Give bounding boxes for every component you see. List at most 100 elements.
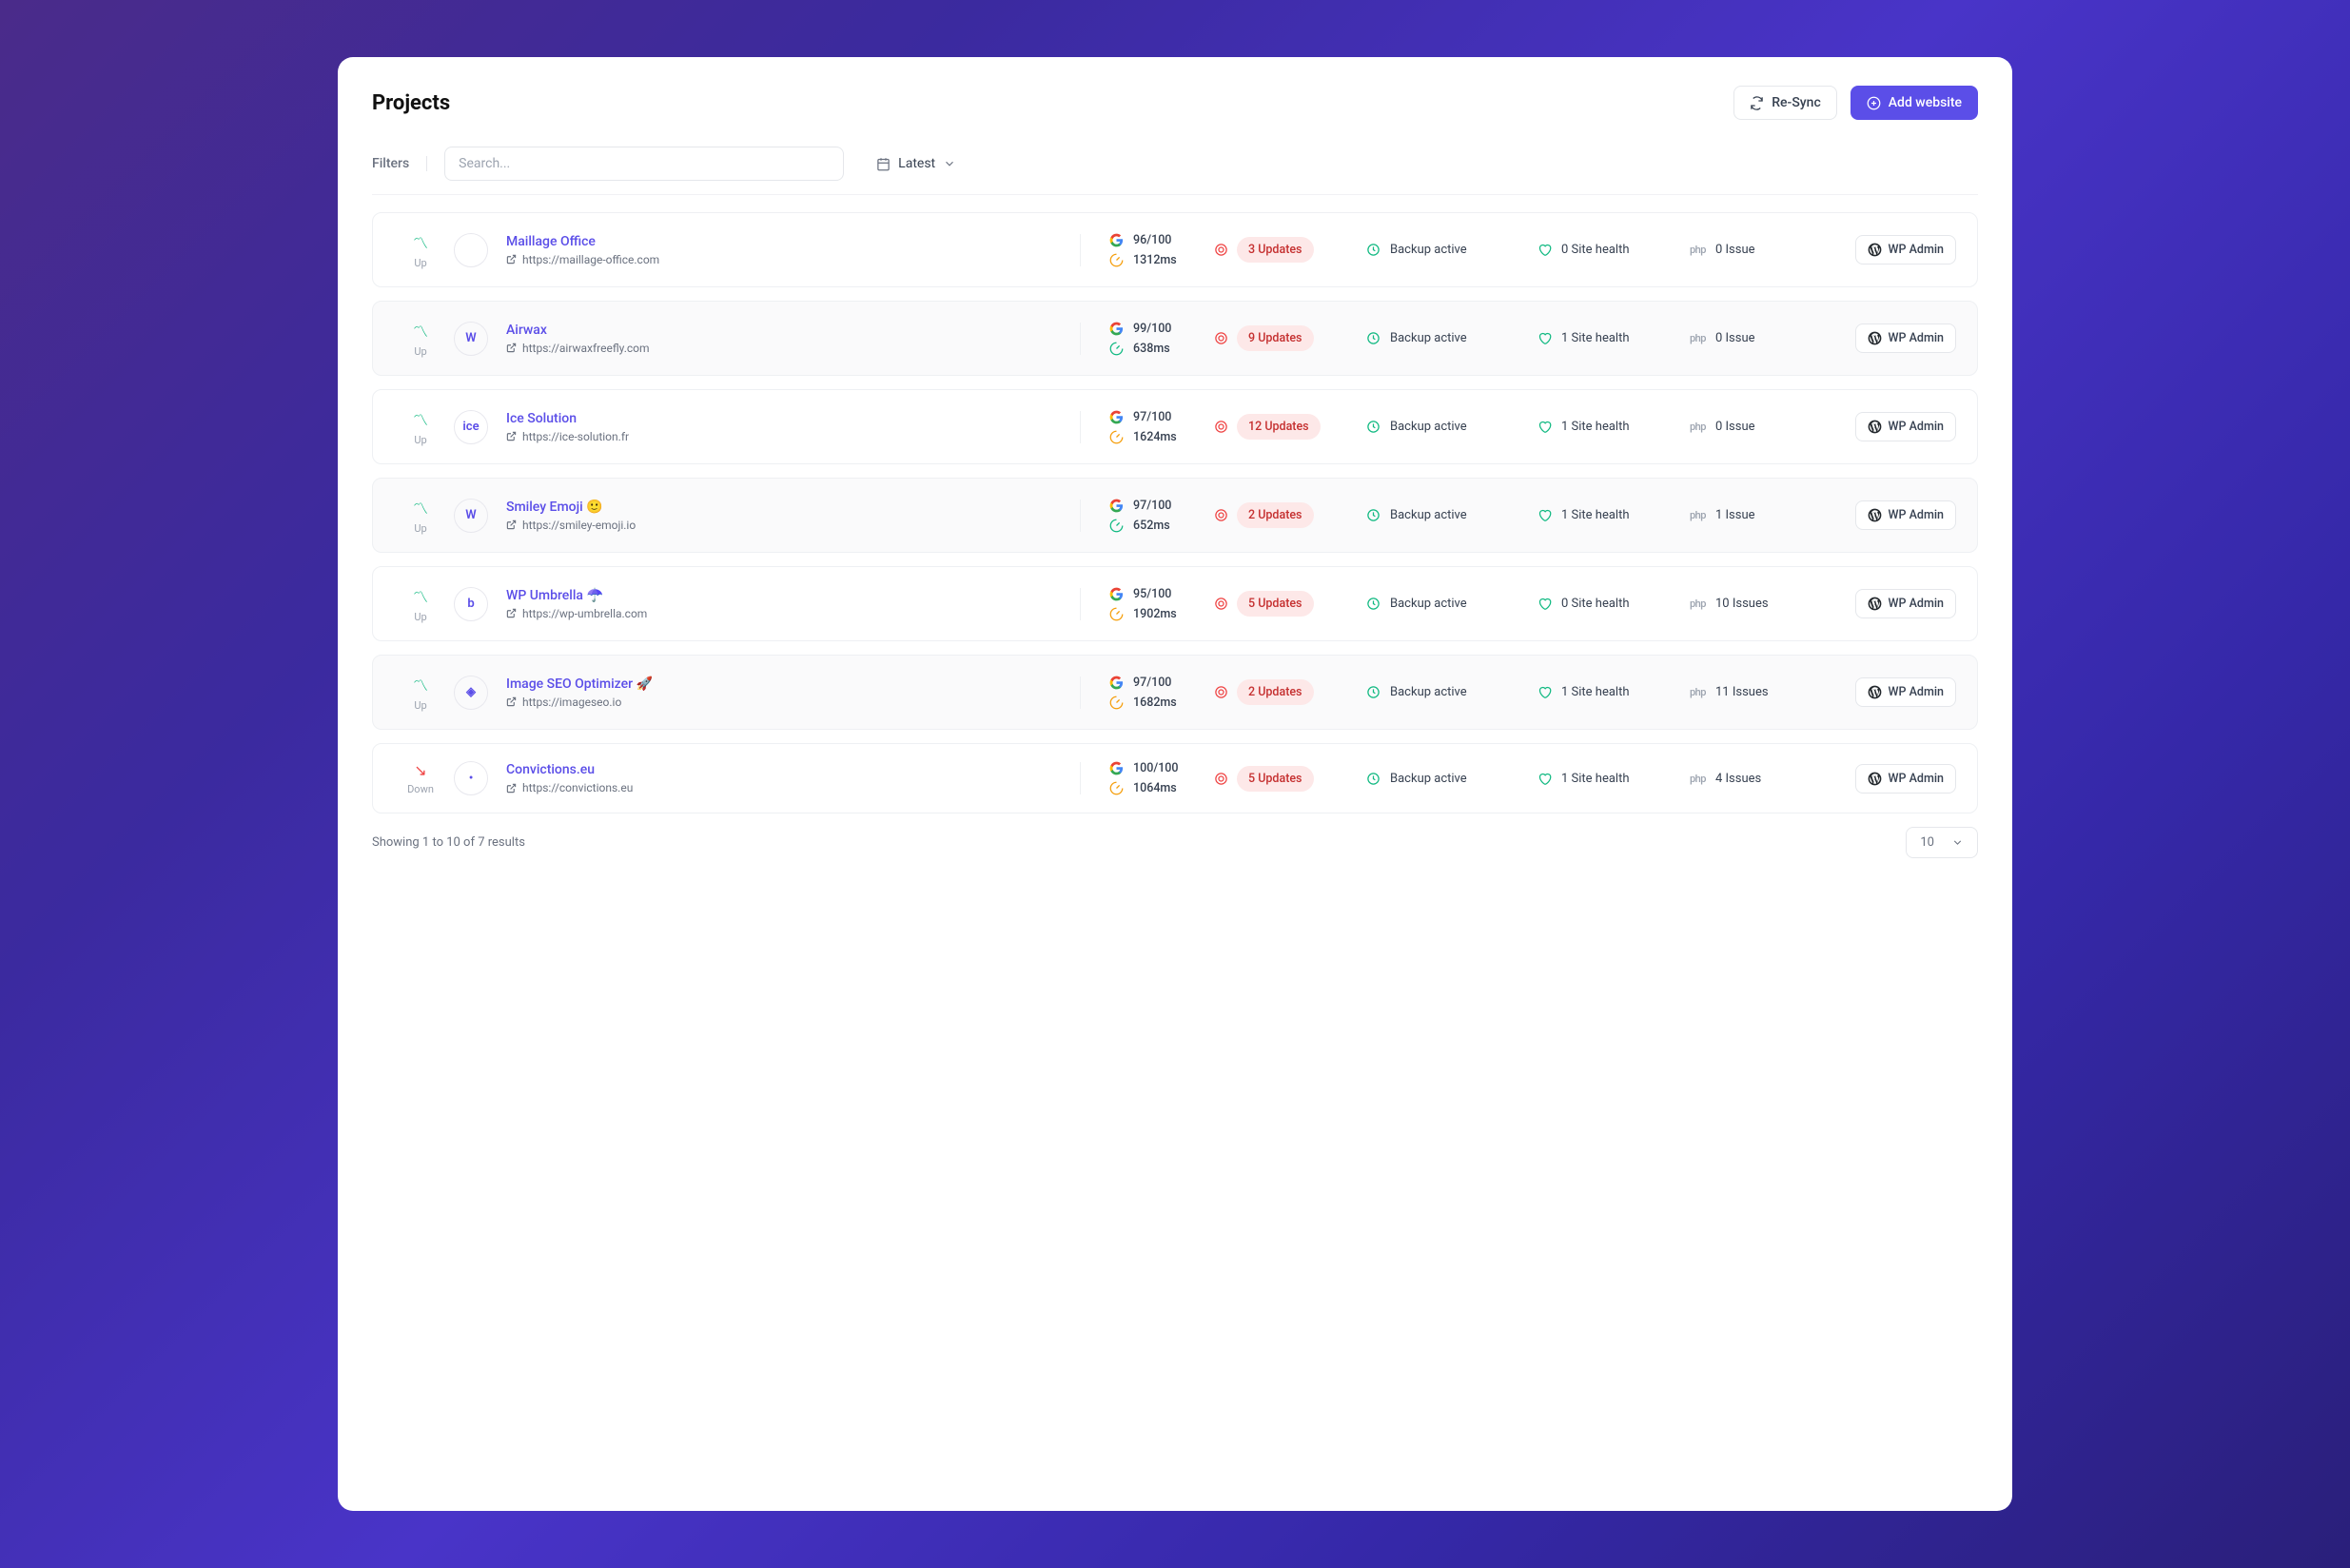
speed-icon <box>1109 430 1124 444</box>
wp-admin-button[interactable]: WP Admin <box>1855 235 1956 265</box>
site-logo: ice <box>454 410 488 444</box>
name-cell: WP Umbrella ☂️ https://wp-umbrella.com <box>495 588 1081 620</box>
health-label: 1 Site health <box>1561 685 1629 699</box>
sort-dropdown[interactable]: Latest <box>876 156 956 171</box>
health-label: 1 Site health <box>1561 772 1629 786</box>
backup-label: Backup active <box>1390 420 1467 434</box>
status-cell: 〽 Up <box>394 407 447 446</box>
status-cell: 〽 Up <box>394 496 447 535</box>
search-input[interactable] <box>444 147 844 181</box>
project-row[interactable]: 〽 Up ◈ Image SEO Optimizer 🚀 https://ima… <box>372 655 1978 730</box>
backup-label: Backup active <box>1390 243 1467 257</box>
backup-label: Backup active <box>1390 508 1467 522</box>
logo-cell <box>447 233 495 267</box>
site-name[interactable]: Smiley Emoji 🙂 <box>506 500 1080 515</box>
google-icon <box>1109 587 1124 601</box>
project-row[interactable]: 〽 Up W Smiley Emoji 🙂 https://smiley-emo… <box>372 478 1978 553</box>
site-name[interactable]: Convictions.eu <box>506 762 1080 777</box>
site-name[interactable]: Ice Solution <box>506 411 1080 426</box>
status-label: Up <box>394 611 447 623</box>
site-url[interactable]: https://wp-umbrella.com <box>506 607 1080 620</box>
status-cell: 〽 Up <box>394 230 447 269</box>
project-row[interactable]: 〽 Up W Airwax https://airwaxfreefly.com … <box>372 301 1978 376</box>
header: Projects Re-Sync Add website <box>372 86 1978 120</box>
add-website-button[interactable]: Add website <box>1851 86 1978 120</box>
trend-up-icon: 〽 <box>394 319 447 342</box>
page-size-select[interactable]: 10 <box>1906 827 1978 858</box>
target-icon <box>1214 331 1228 345</box>
logo-cell: W <box>447 322 495 356</box>
resync-button[interactable]: Re-Sync <box>1733 86 1837 120</box>
site-url[interactable]: https://convictions.eu <box>506 781 1080 794</box>
backup-label: Backup active <box>1390 331 1467 345</box>
updates-badge[interactable]: 5 Updates <box>1237 766 1314 792</box>
results-text: Showing 1 to 10 of 7 results <box>372 835 525 850</box>
wordpress-icon <box>1868 331 1882 345</box>
speed-icon <box>1109 519 1124 533</box>
wp-admin-button[interactable]: WP Admin <box>1855 677 1956 707</box>
name-cell: Convictions.eu https://convictions.eu <box>495 762 1081 794</box>
site-name[interactable]: WP Umbrella ☂️ <box>506 588 1080 603</box>
external-link-icon <box>506 343 517 353</box>
issues-cell: php0 Issue <box>1690 331 1832 345</box>
clock-icon <box>1366 597 1381 611</box>
site-url[interactable]: https://imageseo.io <box>506 696 1080 709</box>
target-icon <box>1214 508 1228 522</box>
performance-cell: 100/100 1064ms <box>1081 761 1214 795</box>
project-row[interactable]: 〽 Up b WP Umbrella ☂️ https://wp-umbrell… <box>372 566 1978 641</box>
trend-up-icon: 〽 <box>394 496 447 519</box>
updates-badge[interactable]: 3 Updates <box>1237 237 1314 263</box>
php-icon: php <box>1690 686 1706 698</box>
php-icon: php <box>1690 509 1706 521</box>
page-size-value: 10 <box>1920 835 1934 850</box>
updates-badge[interactable]: 5 Updates <box>1237 591 1314 617</box>
backup-cell: Backup active <box>1366 243 1537 257</box>
site-url[interactable]: https://ice-solution.fr <box>506 430 1080 443</box>
speed-value: 1682ms <box>1133 696 1177 710</box>
name-cell: Airwax https://airwaxfreefly.com <box>495 323 1081 355</box>
filters-label[interactable]: Filters <box>372 156 427 171</box>
wp-admin-button[interactable]: WP Admin <box>1855 500 1956 530</box>
updates-badge[interactable]: 2 Updates <box>1237 679 1314 705</box>
updates-badge[interactable]: 2 Updates <box>1237 502 1314 528</box>
trend-down-icon: ↘ <box>394 761 447 779</box>
project-row[interactable]: ↘ Down • Convictions.eu https://convicti… <box>372 743 1978 813</box>
backup-cell: Backup active <box>1366 772 1537 786</box>
status-label: Up <box>394 522 447 535</box>
updates-cell: 3 Updates <box>1214 237 1366 263</box>
logo-cell: b <box>447 587 495 621</box>
resync-label: Re-Sync <box>1772 95 1821 110</box>
wp-admin-button[interactable]: WP Admin <box>1855 589 1956 618</box>
logo-cell: • <box>447 761 495 795</box>
backup-cell: Backup active <box>1366 685 1537 699</box>
health-label: 1 Site health <box>1561 420 1629 434</box>
score-value: 99/100 <box>1133 322 1171 336</box>
site-url[interactable]: https://maillage-office.com <box>506 253 1080 266</box>
updates-badge[interactable]: 12 Updates <box>1237 414 1321 440</box>
heart-icon <box>1537 597 1552 611</box>
score-value: 95/100 <box>1133 587 1171 601</box>
wp-admin-button[interactable]: WP Admin <box>1855 323 1956 353</box>
site-name[interactable]: Airwax <box>506 323 1080 338</box>
updates-cell: 2 Updates <box>1214 679 1366 705</box>
performance-cell: 97/100 1624ms <box>1081 410 1214 444</box>
trend-up-icon: 〽 <box>394 584 447 607</box>
site-name[interactable]: Image SEO Optimizer 🚀 <box>506 676 1080 692</box>
issues-label: 1 Issue <box>1715 508 1755 522</box>
score-value: 97/100 <box>1133 499 1171 513</box>
chevron-down-icon <box>1951 836 1964 849</box>
project-list: 〽 Up Maillage Office https://maillage-of… <box>372 212 1978 813</box>
site-url[interactable]: https://airwaxfreefly.com <box>506 342 1080 355</box>
site-url[interactable]: https://smiley-emoji.io <box>506 519 1080 532</box>
project-row[interactable]: 〽 Up Maillage Office https://maillage-of… <box>372 212 1978 287</box>
speed-icon <box>1109 781 1124 795</box>
admin-cell: WP Admin <box>1832 235 1956 265</box>
project-row[interactable]: 〽 Up ice Ice Solution https://ice-soluti… <box>372 389 1978 464</box>
performance-cell: 95/100 1902ms <box>1081 587 1214 621</box>
external-link-icon <box>506 519 517 530</box>
updates-badge[interactable]: 9 Updates <box>1237 325 1314 351</box>
wp-admin-button[interactable]: WP Admin <box>1855 764 1956 794</box>
site-name[interactable]: Maillage Office <box>506 234 1080 249</box>
wp-admin-button[interactable]: WP Admin <box>1855 412 1956 441</box>
speed-icon <box>1109 342 1124 356</box>
